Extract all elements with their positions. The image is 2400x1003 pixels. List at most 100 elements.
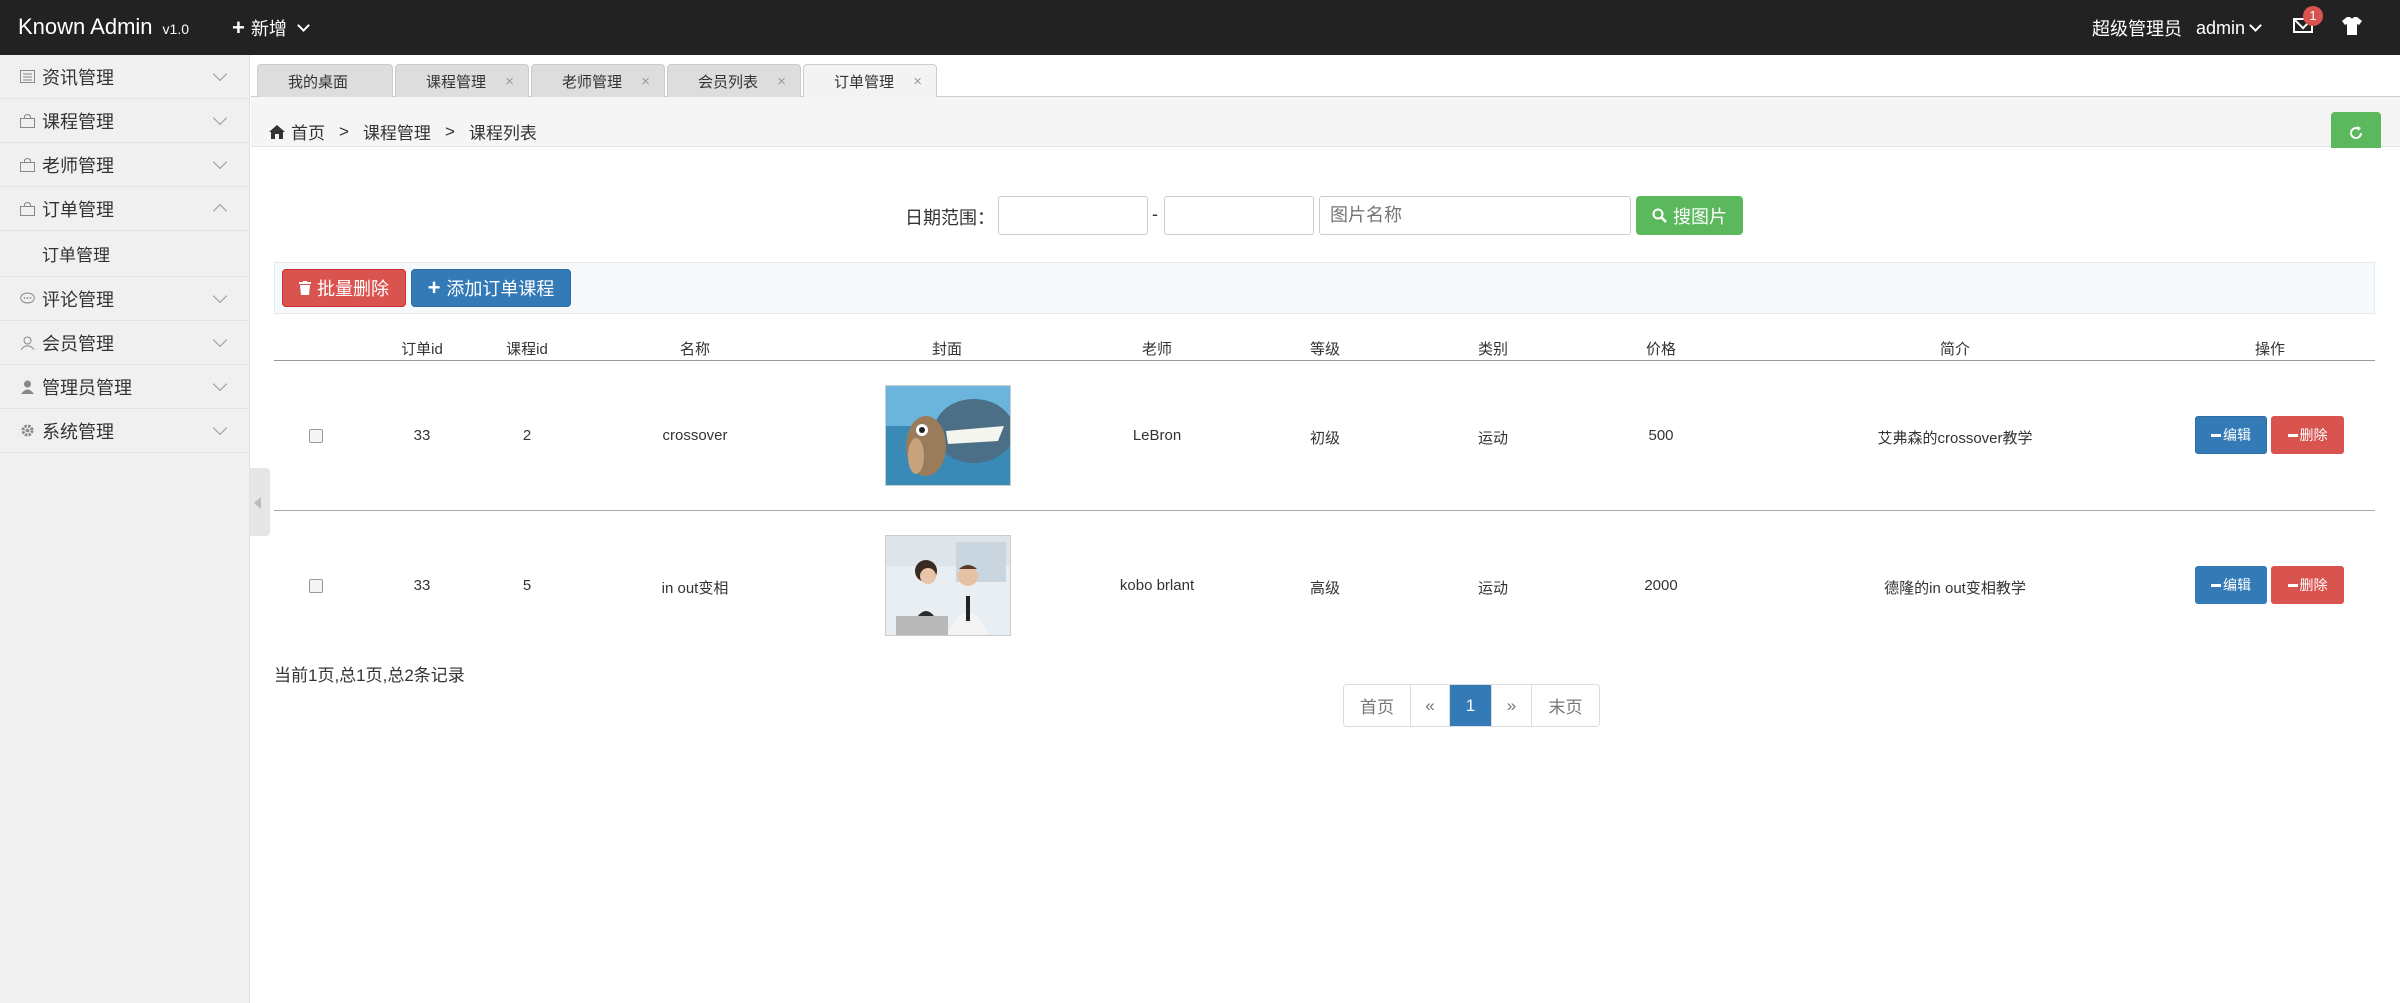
sidebar-collapse-handle[interactable] <box>250 468 270 536</box>
gear-icon <box>18 423 36 439</box>
cell-category: 运动 <box>1477 430 1509 447</box>
add-new-menu[interactable]: + 新增 <box>232 15 310 41</box>
close-icon[interactable]: × <box>777 73 786 90</box>
page-last[interactable]: 末页 <box>1532 685 1599 726</box>
tab-label: 老师管理 <box>562 73 623 91</box>
tab-desktop[interactable]: 我的桌面 <box>257 64 393 97</box>
chevron-down-icon <box>2249 19 2262 32</box>
cell-intro: 艾弗森的crossover教学 <box>1877 430 2033 447</box>
sidebar-item-news[interactable]: 资讯管理 <box>0 55 249 99</box>
search-button-label: 搜图片 <box>1673 206 1727 227</box>
brand-logo[interactable]: Known Admin v1.0 <box>18 14 189 40</box>
search-form: 日期范围： - 搜图片 <box>0 196 2400 236</box>
chevron-down-icon <box>212 332 228 348</box>
column-header: 等级 <box>1309 341 1341 358</box>
tab-course-management[interactable]: 课程管理 × <box>395 64 529 97</box>
plus-icon: + <box>232 15 245 40</box>
batch-delete-button[interactable]: 批量删除 <box>282 269 406 307</box>
column-header: 订单id <box>401 341 443 358</box>
sidebar-subitem-order-management[interactable]: 订单管理 <box>0 231 249 277</box>
comment-icon <box>18 291 36 307</box>
newspaper-icon <box>18 69 36 85</box>
mail-badge: 1 <box>2303 6 2323 26</box>
column-header: 简介 <box>1939 341 1971 358</box>
plus-icon: + <box>427 275 441 300</box>
search-icon <box>1652 208 1667 223</box>
chevron-down-icon <box>212 376 228 392</box>
shirt-icon[interactable] <box>2341 16 2363 36</box>
cell-intro: 德隆的in out变相教学 <box>1884 580 2026 597</box>
close-icon[interactable]: × <box>505 73 514 90</box>
bag-icon <box>18 113 36 129</box>
orders-table: 订单id 课程id 名称 封面 老师 等级 类别 价格 简介 操作 33 2 c… <box>274 338 2375 661</box>
sidebar-item-system[interactable]: 系统管理 <box>0 409 249 453</box>
column-header: 封面 <box>931 341 963 358</box>
delete-button[interactable]: 删除 <box>2271 416 2344 454</box>
row-checkbox[interactable] <box>309 429 323 443</box>
date-from-input[interactable] <box>998 196 1148 235</box>
table-row: 33 5 in out变相 kobo brlant 高级 运动 2000 德隆的… <box>274 511 2375 661</box>
breadcrumb-course-management[interactable]: 课程管理 <box>363 119 431 144</box>
breadcrumb-course-list: 课程列表 <box>468 124 537 143</box>
page-prev[interactable]: « <box>1411 685 1450 726</box>
add-order-course-label: 添加订单课程 <box>446 279 555 299</box>
sidebar-item-members[interactable]: 会员管理 <box>0 321 249 365</box>
breadcrumb: 首页 > 课程管理 > 课程列表 <box>269 119 537 144</box>
row-checkbox[interactable] <box>309 579 323 593</box>
edit-button[interactable]: 编辑 <box>2195 566 2267 604</box>
table-row: 33 2 crossover LeBron 初级 运动 500 艾弗森的cros… <box>274 361 2375 511</box>
sidebar-item-label: 系统管理 <box>42 421 114 442</box>
refresh-button[interactable] <box>2331 112 2381 148</box>
breadcrumb-home[interactable]: 首页 <box>291 119 325 144</box>
batch-delete-label: 批量删除 <box>317 279 389 299</box>
edit-button[interactable]: 编辑 <box>2195 416 2267 454</box>
tab-teacher-management[interactable]: 老师管理 × <box>531 64 665 97</box>
sidebar-item-label: 资讯管理 <box>42 67 114 88</box>
column-header: 老师 <box>1141 341 1173 358</box>
sidebar-item-label: 课程管理 <box>42 111 114 132</box>
column-header: 名称 <box>679 341 711 358</box>
column-header: 操作 <box>2254 341 2286 358</box>
sidebar-item-admins[interactable]: 管理员管理 <box>0 365 249 409</box>
date-range-dash: - <box>1152 204 1158 224</box>
user-filled-icon <box>18 379 36 395</box>
column-header: 课程id <box>506 341 548 358</box>
tab-member-list[interactable]: 会员列表 × <box>667 64 801 97</box>
chevron-down-icon <box>212 110 228 126</box>
brand-name: Known Admin <box>18 14 153 39</box>
cell-course-id: 5 <box>522 577 532 594</box>
trash-icon <box>299 281 311 295</box>
cell-price: 2000 <box>1644 577 1678 594</box>
cell-name: in out变相 <box>661 580 729 597</box>
delete-button[interactable]: 删除 <box>2271 566 2344 604</box>
minus-icon <box>2287 433 2298 437</box>
search-images-button[interactable]: 搜图片 <box>1636 196 1743 235</box>
edit-label: 编辑 <box>2223 427 2251 443</box>
tab-label: 会员列表 <box>698 73 759 91</box>
image-name-input[interactable] <box>1319 196 1631 235</box>
cell-level: 初级 <box>1309 430 1341 447</box>
page-current[interactable]: 1 <box>1450 685 1492 726</box>
user-icon <box>18 335 36 351</box>
user-menu[interactable]: 超级管理员 admin <box>2092 15 2262 41</box>
breadcrumb-separator: > <box>444 121 455 141</box>
chevron-down-icon <box>212 288 228 304</box>
sidebar-item-label: 老师管理 <box>42 155 114 176</box>
page-next[interactable]: » <box>1492 685 1532 726</box>
tab-order-management[interactable]: 订单管理 × <box>803 64 937 98</box>
table-header: 订单id 课程id 名称 封面 老师 等级 类别 价格 简介 操作 <box>274 338 2375 361</box>
user-name: admin <box>2196 17 2246 38</box>
page-first[interactable]: 首页 <box>1344 685 1411 726</box>
close-icon[interactable]: × <box>913 73 922 90</box>
brand-version: v1.0 <box>162 21 189 37</box>
minus-icon <box>2211 583 2221 587</box>
close-icon[interactable]: × <box>641 73 650 90</box>
sidebar-item-teachers[interactable]: 老师管理 <box>0 143 249 187</box>
add-order-course-button[interactable]: + 添加订单课程 <box>411 269 571 307</box>
chevron-down-icon <box>212 66 228 82</box>
sidebar-item-courses[interactable]: 课程管理 <box>0 99 249 143</box>
cover-image <box>885 385 1011 486</box>
sidebar-item-comments[interactable]: 评论管理 <box>0 277 249 321</box>
pagination: 首页 « 1 » 末页 <box>1343 684 1600 727</box>
date-to-input[interactable] <box>1164 196 1314 235</box>
